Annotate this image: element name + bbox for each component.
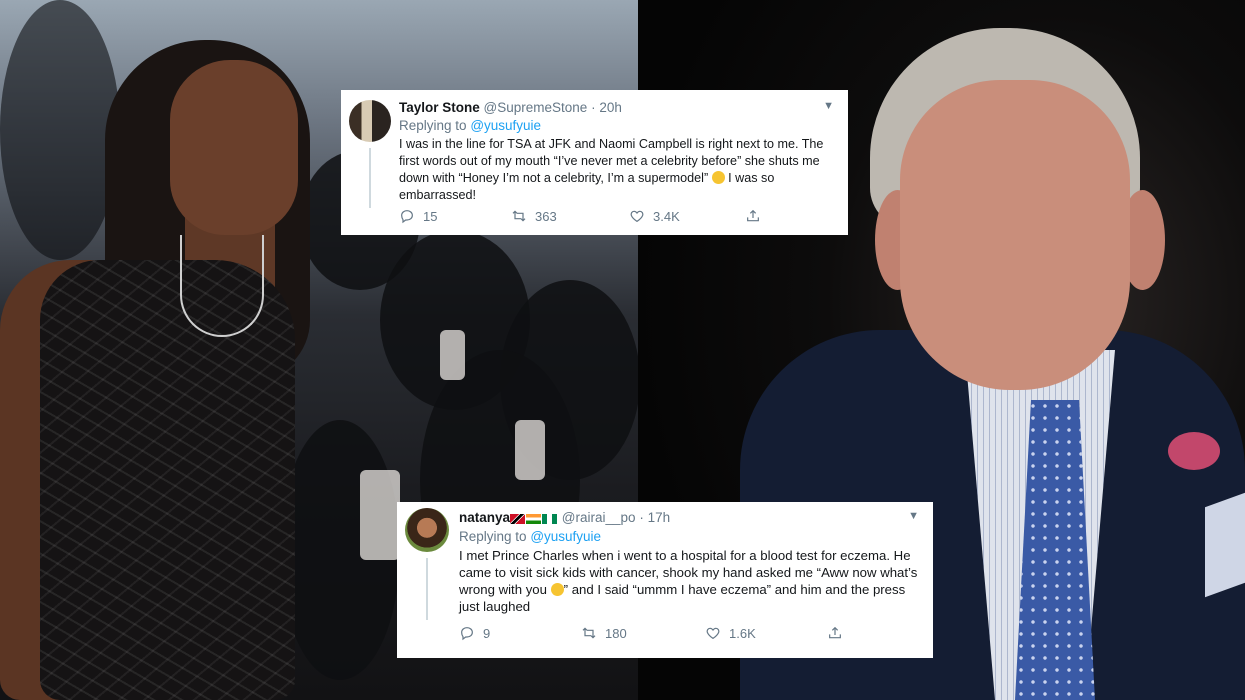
reply-icon: [461, 627, 473, 641]
timestamp[interactable]: 20h: [599, 100, 622, 115]
nigeria-flag-icon: [542, 514, 558, 525]
india-flag-icon: [526, 514, 542, 525]
retweet-icon: [582, 627, 596, 639]
retweet-button[interactable]: 363: [511, 208, 629, 224]
face: [170, 60, 298, 235]
replying-prefix: Replying to: [459, 529, 527, 544]
tweet-actions: 15 363 3.4K: [399, 208, 761, 224]
separator: ·: [639, 510, 644, 525]
chevron-down-icon[interactable]: ▼: [908, 510, 919, 522]
lace-dress: [40, 260, 295, 700]
sleepy-face-emoji-icon: [550, 583, 564, 596]
share-button[interactable]: [827, 625, 843, 641]
photographer-silhouette: [0, 0, 120, 260]
like-count: 1.6K: [729, 625, 756, 641]
tired-face-emoji-icon: [711, 171, 725, 184]
tweet-card[interactable]: natanya @rairai__po · 17h ▼ Replying to …: [397, 502, 933, 658]
separator: ·: [591, 100, 596, 115]
thread-line: [369, 148, 371, 208]
retweet-count: 363: [535, 208, 557, 224]
avatar[interactable]: [405, 508, 449, 552]
tweet-header: Taylor Stone @SupremeStone · 20h: [399, 100, 622, 115]
tweet-card[interactable]: Taylor Stone @SupremeStone · 20h ▼ Reply…: [341, 90, 848, 235]
pocket-square: [1205, 492, 1245, 598]
display-name[interactable]: natanya: [459, 510, 510, 525]
user-handle[interactable]: @SupremeStone: [484, 100, 588, 115]
like-button[interactable]: 1.6K: [705, 625, 827, 641]
reply-count: 15: [423, 208, 438, 224]
replying-to-link[interactable]: @yusufyuie: [470, 118, 541, 133]
tweet-text: I was in the line for TSA at JFK and Nao…: [399, 136, 839, 204]
replying-prefix: Replying to: [399, 118, 467, 133]
avatar[interactable]: [349, 100, 391, 142]
face: [900, 80, 1130, 390]
retweet-count: 180: [605, 625, 627, 641]
replying-to: Replying to @yusufyuie: [459, 529, 601, 544]
pocket-flower: [1168, 432, 1220, 470]
share-icon: [829, 626, 841, 639]
display-name[interactable]: Taylor Stone: [399, 100, 480, 115]
retweet-button[interactable]: 180: [581, 625, 705, 641]
user-handle[interactable]: @rairai__po: [562, 510, 636, 525]
tweet-header: natanya @rairai__po · 17h: [459, 510, 670, 526]
reply-icon: [401, 210, 413, 224]
shirt-highlight: [360, 470, 400, 560]
tweet-actions: 9 180 1.6K: [459, 625, 843, 641]
share-button[interactable]: [745, 208, 761, 224]
shirt-highlight: [515, 420, 545, 480]
reply-button[interactable]: 15: [399, 208, 511, 224]
chevron-down-icon[interactable]: ▼: [823, 100, 834, 112]
trinidad-tobago-flag-icon: [510, 514, 526, 525]
like-count: 3.4K: [653, 208, 680, 224]
necklace: [180, 235, 264, 337]
replying-to: Replying to @yusufyuie: [399, 118, 541, 133]
shirt-highlight: [440, 330, 465, 380]
share-icon: [747, 209, 759, 222]
replying-to-link[interactable]: @yusufyuie: [530, 529, 601, 544]
heart-icon: [706, 627, 720, 640]
reply-button[interactable]: 9: [459, 625, 581, 641]
flag-emojis: [510, 511, 558, 526]
tweet-text: I met Prince Charles when i went to a ho…: [459, 547, 919, 615]
reply-count: 9: [483, 625, 491, 641]
timestamp[interactable]: 17h: [648, 510, 671, 525]
retweet-icon: [512, 210, 526, 222]
thread-line: [426, 558, 428, 620]
heart-icon: [630, 210, 644, 223]
like-button[interactable]: 3.4K: [629, 208, 745, 224]
